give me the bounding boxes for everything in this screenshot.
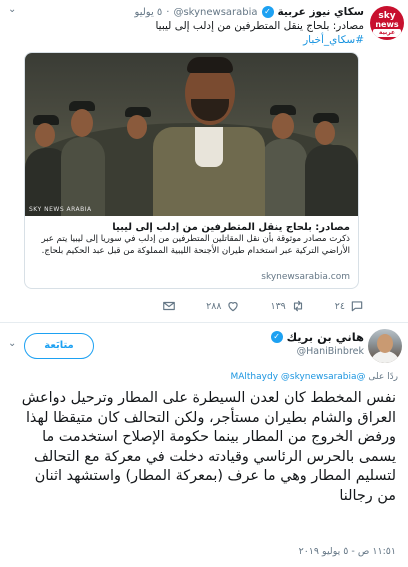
- chevron-down-icon[interactable]: ⌄: [8, 4, 16, 15]
- quoted-tweet-header: سكاي نيوز عربية ✓ @skynewsarabia · ٥ يول…: [135, 4, 364, 20]
- reply-action[interactable]: ٢٤: [335, 299, 364, 313]
- replying-to-line: ردًا على @MAlthaydy @skynewsarabia: [230, 372, 398, 382]
- card-photo: SKY NEWS ARABIA: [25, 53, 358, 216]
- retweet-count: ١٣٩: [270, 300, 286, 312]
- reply-mentions[interactable]: @MAlthaydy @skynewsarabia: [230, 372, 365, 382]
- quoted-tweet-text: مصادر: بلحاج ينقل المتطرفين من إدلب إلى …: [155, 20, 364, 32]
- verified-badge-icon: ✓: [270, 331, 283, 343]
- card-description: ذكرت مصادر موثوقة بأن نقل المقاتلين المت…: [41, 234, 350, 256]
- separator-dot: ·: [166, 6, 170, 18]
- tweet-text: نفس المخطط كان لعدن السيطرة على المطار و…: [21, 390, 396, 504]
- reply-icon: [350, 299, 364, 313]
- card-url[interactable]: skynewsarabia.com: [32, 272, 350, 282]
- author-name[interactable]: هاني بن بريك: [287, 330, 364, 344]
- tweet-timestamp[interactable]: ١١:٥١ ص - ٥ يوليو ٢٠١٩: [299, 546, 396, 557]
- reply-count: ٢٤: [334, 300, 345, 312]
- link-preview-card[interactable]: SKY NEWS ARABIA مصادر: بلحاج ينقل المتطر…: [24, 52, 359, 289]
- quoted-tweet[interactable]: sky news عربية سكاي نيوز عربية ✓ @skynew…: [0, 0, 408, 322]
- card-title[interactable]: مصادر: بلحاج ينقل المتطرفين من إدلب إلى …: [32, 221, 350, 234]
- verified-badge-icon: ✓: [261, 6, 274, 18]
- photo-watermark: SKY NEWS ARABIA: [29, 206, 92, 213]
- chevron-down-icon[interactable]: ⌄: [8, 338, 16, 349]
- quoted-author-name[interactable]: سكاي نيوز عربية: [278, 6, 364, 18]
- like-count: ٢٨٨: [206, 300, 222, 312]
- retweet-icon: [291, 299, 305, 313]
- dm-icon: [162, 299, 176, 313]
- sky-news-arabia-avatar[interactable]: sky news عربية: [370, 6, 404, 40]
- hashtag-link[interactable]: #سكاي_أخبار: [303, 33, 364, 47]
- like-action[interactable]: ٢٨٨: [206, 299, 240, 313]
- author-name-row[interactable]: هاني بن بريك ✓: [270, 330, 364, 344]
- direct-message-action[interactable]: [162, 299, 176, 313]
- replying-to-label: ردًا على: [368, 372, 398, 382]
- retweet-action[interactable]: ١٣٩: [270, 299, 304, 313]
- quoted-tweet-actions: ٢٤ ١٣٩ ٢٨٨: [29, 297, 364, 315]
- following-button[interactable]: متابَعة: [24, 333, 94, 359]
- avatar-logo-middle: news: [375, 20, 399, 29]
- quoted-author-handle[interactable]: @skynewsarabia: [173, 7, 257, 18]
- quoted-tweet-date[interactable]: ٥ يوليو: [135, 7, 163, 18]
- like-icon: [226, 299, 240, 313]
- author-avatar[interactable]: [368, 329, 402, 363]
- author-handle[interactable]: @HaniBinbrek: [297, 346, 364, 357]
- avatar-logo-bottom: عربية: [373, 29, 401, 37]
- divider: [0, 322, 408, 323]
